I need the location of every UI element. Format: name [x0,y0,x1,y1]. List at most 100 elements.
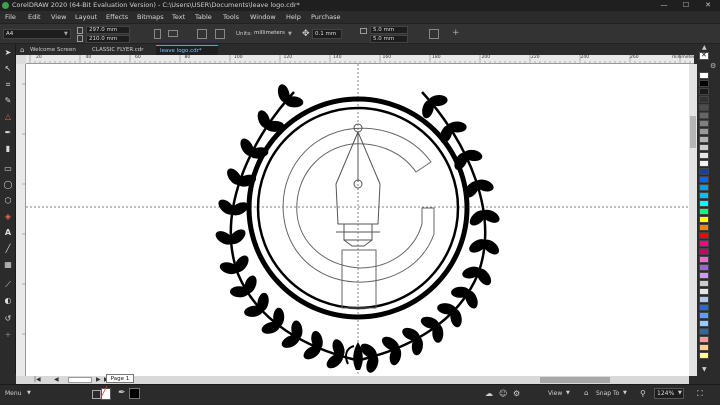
close-button[interactable]: ✕ [700,0,716,11]
shape-tool-icon[interactable]: ↖ [3,64,13,74]
menu-layout[interactable]: Layout [75,13,97,21]
next-page-icon[interactable]: ▶ [96,376,101,383]
menu-effects[interactable]: Effects [106,13,128,21]
color-swatch[interactable] [699,336,709,343]
color-swatch[interactable] [699,168,709,175]
interactive-fill-icon[interactable]: ◐ [3,296,13,306]
add-tool-icon[interactable]: + [3,330,13,340]
color-swatch[interactable] [699,248,709,255]
menu-purchase[interactable]: Purchase [311,13,341,21]
fit-page-icon[interactable]: ⛶ [697,389,703,399]
minimize-button[interactable]: — [656,0,672,11]
color-swatch[interactable] [699,240,709,247]
connector-tool-icon[interactable]: ╱ [3,244,13,254]
color-swatch[interactable] [699,328,709,335]
scroll-thumb[interactable] [690,116,696,148]
color-swatch[interactable] [699,152,709,159]
color-swatch[interactable] [699,296,709,303]
zoom-icon[interactable]: ⚲ [640,389,646,398]
color-swatch[interactable] [699,160,709,167]
freehand-tool-icon[interactable]: ✎ [3,96,13,106]
user-icon[interactable]: ☺ [499,389,507,398]
menu-bitmaps[interactable]: Bitmaps [137,13,164,21]
text-tool-icon[interactable]: A [3,228,13,238]
color-swatch[interactable] [699,96,709,103]
page-size-select[interactable]: A4 [3,29,71,39]
duplicate-x-field[interactable]: 5.0 mm [370,26,408,34]
nudge-field[interactable]: 0.1 mm [312,29,342,39]
color-swatch[interactable] [699,112,709,119]
color-swatch[interactable] [699,128,709,135]
color-swatch[interactable] [699,136,709,143]
vertical-ruler[interactable] [16,64,26,376]
leave-logo-artwork[interactable] [26,64,689,376]
menu-file[interactable]: File [5,13,16,21]
color-swatch[interactable] [699,80,709,87]
color-swatch[interactable] [699,176,709,183]
color-swatch[interactable] [699,272,709,279]
current-page-icon[interactable] [215,29,225,39]
color-swatch[interactable] [699,144,709,151]
ellipse-tool-icon[interactable]: ◯ [3,180,13,190]
smart-fill-icon[interactable]: ▮ [3,144,13,154]
page-width-field[interactable]: 297.0 mm [86,26,130,34]
eyedropper-tool-icon[interactable]: ⟋ [3,280,13,290]
ruler-origin[interactable] [16,55,26,64]
palette-scroll-down-icon[interactable]: ▼ [702,366,707,373]
outline-color-swatch[interactable] [129,388,140,399]
maximize-button[interactable]: ☐ [678,0,694,11]
color-swatch[interactable] [699,200,709,207]
menu-table[interactable]: Table [195,13,212,21]
crop-tool-icon[interactable]: ⌗ [3,80,13,90]
artistic-media-icon[interactable]: △ [3,112,13,122]
tab-welcome-screen[interactable]: ⌂ Welcome Screen [16,45,86,55]
gear-icon[interactable]: ⚙ [710,62,716,70]
menu-help[interactable]: Help [286,13,301,21]
color-swatch[interactable] [699,120,709,127]
horizontal-ruler[interactable]: 20 40 60 80 100 120 140 160 180 200 220 240 260 mill… [26,55,694,64]
color-swatch[interactable] [699,224,709,231]
menu-text[interactable]: Text [172,13,185,21]
pen-tool-icon[interactable]: ✒ [3,128,13,138]
color-swatch[interactable] [699,184,709,191]
menu-toggle[interactable]: Menu [5,390,21,397]
add-toolbar-button[interactable]: + [452,28,460,38]
color-swatch[interactable] [699,288,709,295]
page-height-field[interactable]: 210.0 mm [86,35,130,43]
palette-scroll-up-icon[interactable]: ▲ [702,44,707,51]
color-swatch[interactable] [699,256,709,263]
menu-window[interactable]: Window [250,13,276,21]
all-pages-icon[interactable] [197,29,207,39]
menu-view[interactable]: View [51,13,66,21]
landscape-icon[interactable] [168,30,178,37]
cloud-icon[interactable]: ☁ [485,389,493,398]
tab-leave-logo[interactable]: leave logo.cdr* [156,45,218,55]
vertical-scrollbar[interactable] [689,64,697,376]
color-swatch[interactable] [699,232,709,239]
page-1-tab[interactable]: Page 1 [106,374,134,383]
color-swatch[interactable] [699,88,709,95]
pick-tool-icon[interactable]: ➤ [3,48,13,58]
portrait-icon[interactable] [154,29,161,39]
pen-outline-icon[interactable]: ✒ [118,388,126,398]
color-swatch[interactable] [699,344,709,351]
color-swatch[interactable] [699,352,709,359]
menu-edit[interactable]: Edit [28,13,41,21]
color-swatch[interactable] [699,264,709,271]
duplicate-y-field[interactable]: 5.0 mm [370,35,408,43]
rectangle-tool-icon[interactable]: ▭ [3,164,13,174]
drawing-canvas[interactable] [26,64,689,376]
color-swatch[interactable] [699,72,709,79]
color-swatch[interactable] [699,280,709,287]
undo-icon[interactable]: ↺ [3,314,13,324]
tab-classic-flyer[interactable]: CLASSIC FLYER.cdr [88,45,156,55]
color-swatch[interactable] [699,192,709,199]
grid-icon[interactable] [92,390,101,399]
page-frame-icon[interactable] [429,29,439,39]
polygon-tool-icon[interactable]: ⬡ [3,196,13,206]
color-swatch[interactable] [699,208,709,215]
snap-to-button[interactable]: Snap To [596,390,619,397]
view-button[interactable]: View [548,390,562,397]
horizontal-scroll-thumb[interactable] [540,377,610,383]
menu-tools[interactable]: Tools [223,13,239,21]
